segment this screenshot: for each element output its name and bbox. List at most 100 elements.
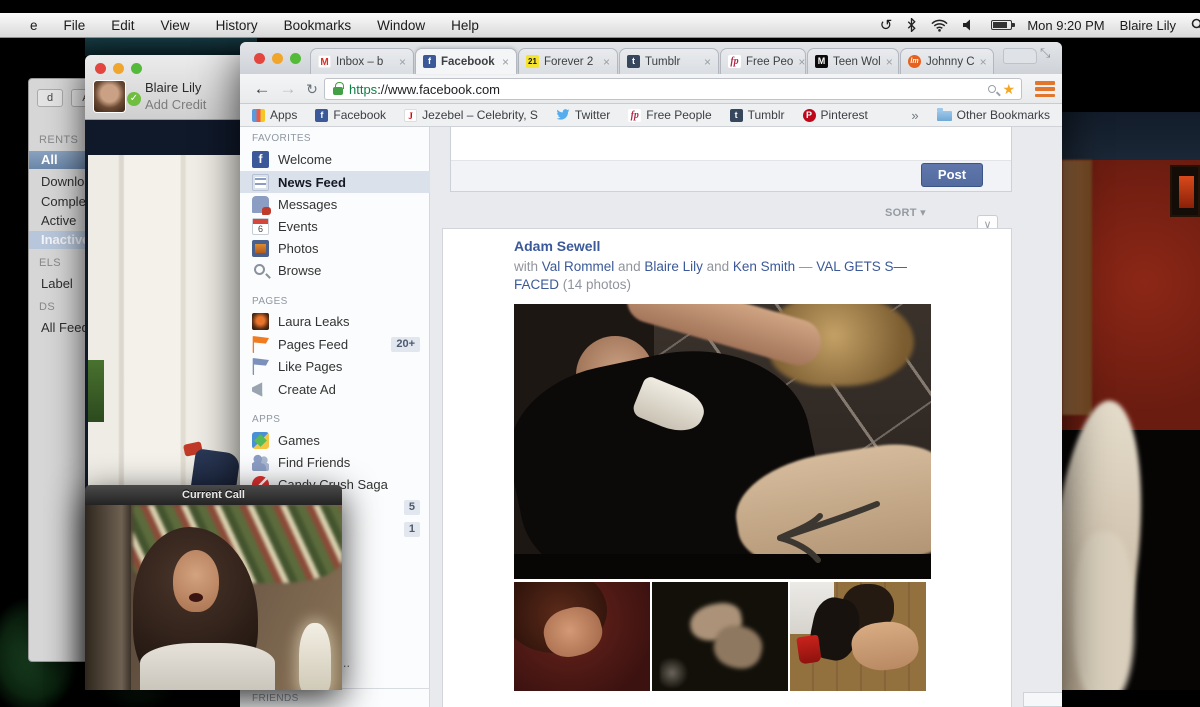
sidebar-item-find-friends[interactable]: Find Friends (240, 452, 430, 473)
add-credit-link[interactable]: Add Credit (145, 97, 206, 112)
person-silhouette (1074, 532, 1134, 690)
sidebar-item-browse[interactable]: Browse (240, 260, 430, 281)
tab-close-icon[interactable]: × (603, 57, 610, 67)
search-icon[interactable] (988, 85, 996, 93)
bookmark-freepeople[interactable]: fpFree People (628, 108, 711, 122)
desktop: d Ad RENTS All Downloa Complet Active In… (0, 0, 1200, 707)
tab-close-icon[interactable]: × (399, 57, 406, 67)
torrent-section-header: RENTS (39, 134, 78, 146)
sidebar-item-games[interactable]: Games (240, 430, 430, 451)
tab-teenwolf[interactable]: M Teen Wol × (807, 48, 899, 74)
post-photo-thumb[interactable] (652, 582, 788, 691)
sidebar-item-news-feed[interactable]: News Feed (240, 171, 430, 193)
room-window (88, 360, 104, 422)
sort-dropdown[interactable]: SORT ▾ (885, 206, 926, 219)
bookmark-jezebel[interactable]: JJezebel – Celebrity, S (404, 108, 538, 122)
torrent-toolbar-button[interactable]: d (37, 89, 63, 107)
menu-item-history[interactable]: History (216, 18, 258, 33)
tab-forever21[interactable]: 21 Forever 2 × (518, 48, 618, 74)
forward-button[interactable]: → (276, 77, 300, 101)
post-button[interactable]: Post (921, 163, 983, 187)
menu-item-help[interactable]: Help (451, 18, 479, 33)
reload-button[interactable]: ↻ (300, 77, 324, 101)
time-machine-icon[interactable]: ↺ (880, 16, 893, 34)
tab-bar: M Inbox – b × f Facebook × 21 Forever 2 … (240, 42, 1062, 74)
current-call-window[interactable]: Current Call (85, 485, 342, 690)
tab-close-icon[interactable]: × (502, 57, 509, 67)
search-icon (254, 264, 265, 275)
browser-window[interactable]: M Inbox – b × f Facebook × 21 Forever 2 … (240, 42, 1062, 707)
sidebar-item-laura-leaks[interactable]: Laura Leaks (240, 311, 430, 332)
tab-close-icon[interactable]: × (886, 57, 893, 67)
sidebar-item-events[interactable]: 6Events (240, 216, 430, 237)
tab-facebook[interactable]: f Facebook × (415, 48, 517, 74)
bookmark-star-icon[interactable]: ★ (1002, 81, 1015, 98)
bookmark-facebook[interactable]: fFacebook (315, 108, 386, 122)
bookmark-twitter[interactable]: Twitter (556, 108, 610, 122)
news-feed-icon (252, 174, 269, 191)
sidebar-item-welcome[interactable]: fWelcome (240, 149, 430, 170)
menu-clock[interactable]: Mon 9:20 PM (1027, 18, 1104, 33)
sidebar-item-like-pages[interactable]: Like Pages (240, 356, 430, 377)
avatar[interactable] (451, 237, 501, 287)
menu-item-bookmarks[interactable]: Bookmarks (284, 18, 352, 33)
bluetooth-icon[interactable] (907, 18, 916, 32)
close-button[interactable] (95, 63, 106, 74)
minimize-button[interactable] (113, 63, 124, 74)
tab-johnny[interactable]: lm Johnny C × (900, 48, 994, 74)
menu-item-window[interactable]: Window (377, 18, 425, 33)
sidebar-item-photos[interactable]: Photos (240, 238, 430, 259)
tab-freepeople[interactable]: fp Free Peo × (720, 48, 806, 74)
menu-item-view[interactable]: View (161, 18, 190, 33)
online-status-icon: ✓ (127, 92, 141, 106)
bookmarks-overflow-chevron[interactable]: » (911, 108, 918, 123)
album-link[interactable]: FACED (514, 277, 559, 292)
menu-item-partial[interactable]: e (30, 18, 38, 33)
bookmark-apps[interactable]: Apps (252, 108, 297, 122)
post-photo-thumb[interactable] (514, 582, 650, 691)
tab-tumblr[interactable]: t Tumblr × (619, 48, 719, 74)
volume-icon[interactable] (963, 19, 976, 31)
call-titlebar[interactable]: Current Call (85, 485, 342, 505)
chat-bottom-bar[interactable] (1023, 692, 1062, 707)
tagged-person-link[interactable]: Val Rommel (542, 259, 615, 274)
album-link[interactable]: VAL GETS S— (816, 259, 907, 274)
new-tab-button[interactable] (1003, 48, 1037, 64)
status-composer[interactable]: Post (450, 127, 1012, 192)
post-photo-thumb[interactable] (790, 582, 926, 691)
battery-icon[interactable] (991, 20, 1012, 30)
window-resize-icon[interactable]: ⤡ (1040, 45, 1050, 61)
tagged-person-link[interactable]: Blaire Lily (644, 259, 703, 274)
tab-close-icon[interactable]: × (798, 57, 805, 67)
zoom-button[interactable] (131, 63, 142, 74)
spotlight-icon[interactable] (1191, 18, 1200, 32)
friends-header: FRIENDS (252, 693, 299, 704)
sidebar-item-messages[interactable]: Messages (240, 194, 430, 215)
other-bookmarks[interactable]: Other Bookmarks (937, 108, 1050, 122)
tab-inbox[interactable]: M Inbox – b × (310, 48, 414, 74)
torrent-section-header: DS (39, 301, 55, 313)
tab-close-icon[interactable]: × (704, 57, 711, 67)
menu-user-name[interactable]: Blaire Lily (1120, 18, 1176, 33)
minimize-button[interactable] (272, 53, 283, 64)
sidebar-item-create-ad[interactable]: Create Ad (240, 379, 430, 400)
menu-item-file[interactable]: File (64, 18, 86, 33)
chrome-menu-icon[interactable] (1035, 81, 1055, 97)
tab-label: Forever 2 (544, 56, 593, 68)
tagged-person-link[interactable]: Ken Smith (733, 259, 795, 274)
pages-header: PAGES (252, 296, 288, 307)
url-scheme: https (349, 82, 377, 97)
post-photo-large[interactable] (514, 304, 931, 579)
address-bar[interactable]: https://www.facebook.com ★ (324, 78, 1022, 100)
tab-close-icon[interactable]: × (980, 57, 987, 67)
skype-titlebar[interactable]: ✓ Blaire Lily Add Credit (85, 55, 255, 120)
close-button[interactable] (254, 53, 265, 64)
zoom-button[interactable] (290, 53, 301, 64)
sidebar-item-pages-feed[interactable]: Pages Feed20+ (240, 334, 430, 355)
wifi-icon[interactable] (931, 19, 948, 32)
bookmark-tumblr[interactable]: tTumblr (730, 108, 785, 122)
back-button[interactable]: ← (250, 77, 274, 101)
bookmark-pinterest[interactable]: PPinterest (803, 108, 868, 122)
menu-item-edit[interactable]: Edit (111, 18, 134, 33)
post-author-link[interactable]: Adam Sewell (514, 238, 600, 254)
